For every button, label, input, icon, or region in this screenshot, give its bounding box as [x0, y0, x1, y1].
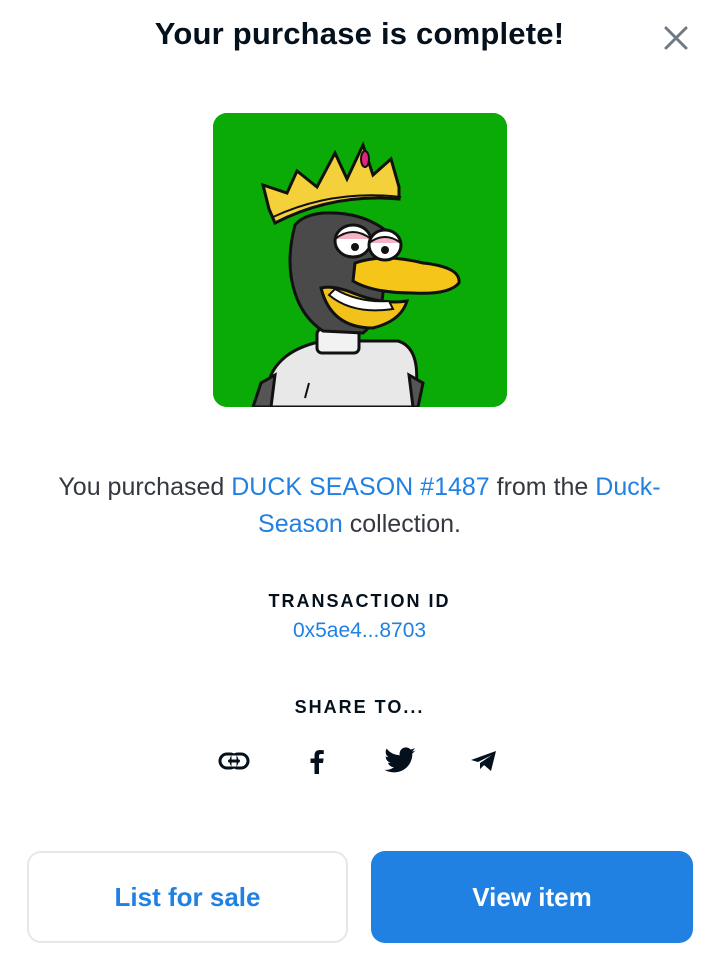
facebook-icon — [310, 750, 324, 774]
transaction-id-link[interactable]: 0x5ae4...8703 — [0, 619, 719, 643]
list-for-sale-button[interactable]: List for sale — [27, 851, 348, 943]
share-label: SHARE TO... — [294, 697, 425, 717]
item-link[interactable]: DUCK SEASON #1487 — [231, 473, 489, 501]
nft-image — [213, 113, 507, 407]
share-telegram-button[interactable] — [461, 738, 507, 784]
purchase-middle: from the — [489, 473, 596, 501]
purchase-prefix: You purchased — [58, 473, 232, 501]
telegram-icon — [471, 751, 496, 771]
purchase-summary: You purchased DUCK SEASON #1487 from the… — [20, 469, 699, 543]
share-facebook-button[interactable] — [294, 738, 340, 784]
duck-nft-image — [213, 113, 507, 407]
modal-title: Your purchase is complete! — [154, 16, 565, 51]
view-item-button[interactable]: View item — [371, 851, 693, 943]
purchase-suffix: collection. — [342, 510, 461, 538]
share-twitter-button[interactable] — [377, 738, 423, 784]
close-button[interactable] — [660, 22, 692, 54]
close-icon — [664, 26, 688, 50]
share-row — [0, 738, 719, 784]
link-icon — [218, 752, 250, 770]
twitter-icon — [384, 747, 416, 773]
share-copy-link-button[interactable] — [211, 738, 257, 784]
transaction-label: TRANSACTION ID — [268, 591, 451, 611]
